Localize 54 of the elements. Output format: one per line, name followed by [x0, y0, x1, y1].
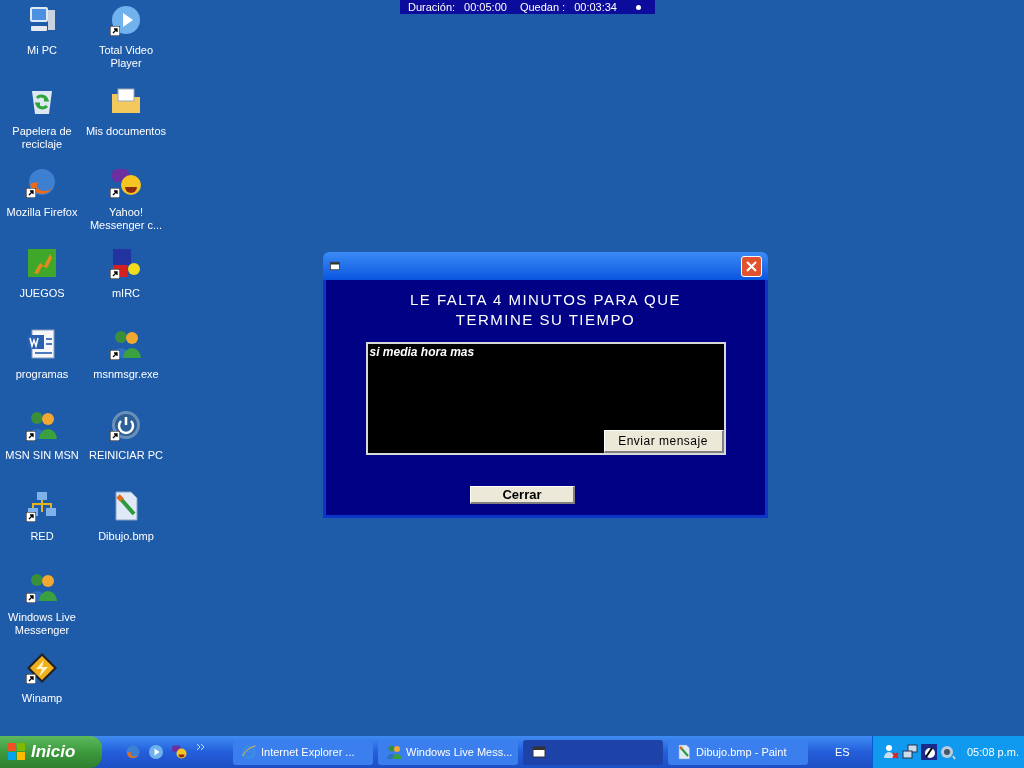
- desktop-icon-label[interactable]: msnmsgr.exe: [85, 368, 167, 381]
- taskbar-button[interactable]: Dibujo.bmp - Paint: [668, 739, 808, 765]
- desktop-icon-label[interactable]: Mi PC: [1, 44, 83, 57]
- message-text: si media hora mas: [368, 344, 476, 360]
- chevron-icon[interactable]: [197, 744, 205, 750]
- window-icon: [531, 744, 547, 760]
- desktop-icon-label[interactable]: Mozilla Firefox: [1, 206, 83, 219]
- dot-icon: [636, 4, 641, 10]
- desktop-icon-label[interactable]: programas: [1, 368, 83, 381]
- message-field[interactable]: si media hora mas Enviar mensaje: [365, 342, 726, 455]
- taskbar-button[interactable]: [523, 739, 663, 765]
- close-dialog-button[interactable]: Cerrar: [470, 486, 575, 504]
- desktop-icon-label[interactable]: JUEGOS: [1, 287, 83, 300]
- game-icon: [26, 247, 58, 279]
- speaker-icon[interactable]: [940, 744, 956, 760]
- desktop-icon-label[interactable]: Dibujo.bmp: [85, 530, 167, 543]
- clock: 05:08 p.m.: [967, 744, 1019, 760]
- play-icon: [110, 4, 142, 36]
- language-indicator[interactable]: ES: [835, 743, 850, 761]
- desktop-icon-label[interactable]: REINICIAR PC: [85, 449, 167, 462]
- smiley-icon: [110, 166, 142, 198]
- taskbar-button[interactable]: Internet Explorer ...: [233, 739, 373, 765]
- desktop-icon-label[interactable]: Yahoo! Messenger c...: [85, 206, 167, 232]
- play-icon: [147, 744, 164, 760]
- duration-value: 00:05:00: [464, 0, 507, 14]
- power-icon: [110, 409, 142, 441]
- document-icon: [26, 328, 58, 360]
- desktop-icon-label[interactable]: Total Video Player: [85, 44, 167, 70]
- desktop-icon-label[interactable]: Papelera de reciclaje: [1, 125, 83, 151]
- taskbar-button[interactable]: Windows Live Mess...: [378, 739, 518, 765]
- quick-launch-button[interactable]: [170, 743, 187, 761]
- window-icon: [329, 260, 341, 272]
- paintbrush-icon: [676, 744, 692, 760]
- start-button[interactable]: Inicio: [0, 736, 102, 768]
- user-error-icon[interactable]: [883, 744, 899, 760]
- duration-label: Duración:: [408, 0, 456, 14]
- windows-logo-icon: [8, 743, 26, 761]
- remaining-value: 00:03:34: [574, 0, 617, 14]
- app-tray-icon[interactable]: [921, 744, 937, 760]
- remaining-label: Quedan :: [519, 0, 566, 14]
- quick-launch-button[interactable]: [147, 743, 164, 761]
- desktop-icon-label[interactable]: Mis documentos: [85, 125, 167, 138]
- desktop-icon-label[interactable]: MSN SIN MSN: [1, 449, 83, 462]
- close-icon: [746, 260, 757, 272]
- dialog-heading: LE FALTA 4 MINUTOS PARA QUE TERMINE SU TIEMPO: [408, 290, 683, 330]
- send-message-button[interactable]: Enviar mensaje: [603, 430, 724, 453]
- desktop-icon-label[interactable]: Windows Live Messenger: [1, 611, 83, 637]
- people-icon: [386, 744, 402, 760]
- close-button[interactable]: [741, 255, 762, 277]
- smiley-icon: [170, 744, 187, 760]
- network-icon[interactable]: [902, 744, 918, 760]
- desktop-icon-label[interactable]: Winamp: [1, 692, 83, 705]
- desktop-icon-label[interactable]: mIRC: [85, 287, 167, 300]
- desktop-icon-label[interactable]: RED: [1, 530, 83, 543]
